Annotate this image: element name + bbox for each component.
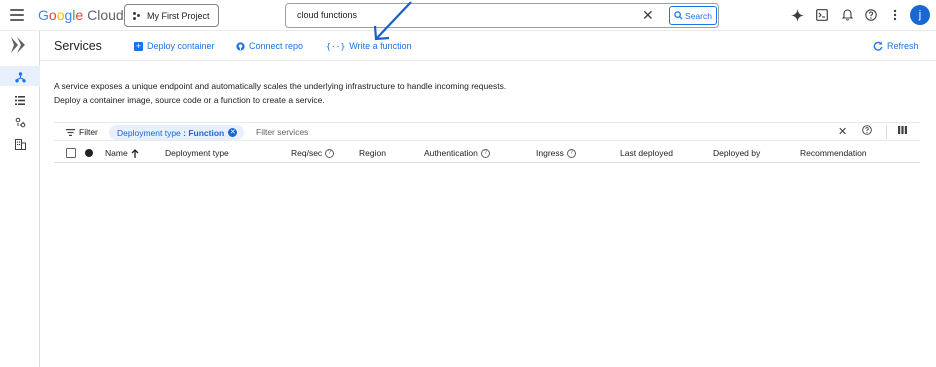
page-title: Services bbox=[54, 39, 102, 53]
avatar[interactable]: j bbox=[910, 5, 930, 25]
clear-filters-icon[interactable]: ✕ bbox=[838, 125, 847, 138]
more-options-icon[interactable] bbox=[888, 8, 902, 22]
toolbar-divider bbox=[886, 126, 887, 139]
write-function-button[interactable]: {··} Write a function bbox=[326, 41, 412, 51]
search-button[interactable]: Search bbox=[669, 6, 717, 25]
help-icon[interactable]: ? bbox=[480, 148, 490, 158]
col-ingress-label: Ingress bbox=[536, 148, 564, 158]
help-icon[interactable]: ? bbox=[566, 148, 576, 158]
rail-jobs-icon[interactable] bbox=[12, 93, 28, 107]
col-last-deployed-label: Last deployed bbox=[620, 148, 673, 158]
help-icon[interactable]: ? bbox=[325, 148, 335, 158]
write-function-label: Write a function bbox=[349, 41, 412, 51]
chip-key: Deployment type bbox=[117, 127, 181, 138]
col-deployed-by[interactable]: Deployed by bbox=[713, 148, 760, 158]
left-nav-rail bbox=[0, 31, 40, 367]
google-cloud-logo[interactable]: Google Cloud bbox=[38, 7, 124, 23]
top-bar: Google Cloud My First Project cloud func… bbox=[0, 0, 936, 31]
col-last-deployed[interactable]: Last deployed bbox=[620, 148, 673, 158]
col-authentication-label: Authentication bbox=[424, 148, 478, 158]
deploy-container-button[interactable]: + Deploy container bbox=[134, 41, 215, 51]
col-name-label: Name bbox=[105, 148, 128, 158]
github-icon bbox=[236, 41, 245, 51]
col-deployment-type[interactable]: Deployment type bbox=[165, 148, 229, 158]
page-toolbar: Services + Deploy container Connect repo… bbox=[40, 31, 936, 61]
select-all-checkbox[interactable] bbox=[66, 148, 76, 158]
notifications-icon[interactable] bbox=[840, 8, 854, 22]
filter-bar: Filter Deployment type : Function ✕ Filt… bbox=[54, 122, 920, 141]
col-region-label: Region bbox=[359, 148, 386, 158]
project-icon bbox=[133, 11, 141, 20]
col-req-sec-label: Req/sec bbox=[291, 148, 323, 158]
col-region[interactable]: Region bbox=[359, 148, 386, 158]
col-authentication[interactable]: Authentication ? bbox=[424, 148, 490, 158]
status-column-icon bbox=[85, 149, 93, 157]
gemini-icon[interactable] bbox=[790, 8, 804, 22]
services-table-header: Name Deployment type Req/sec ? Region Au… bbox=[54, 143, 920, 163]
col-deployment-type-label: Deployment type bbox=[165, 148, 229, 158]
filter-button[interactable]: Filter bbox=[66, 127, 98, 137]
deploy-container-label: Deploy container bbox=[147, 41, 215, 51]
refresh-icon bbox=[873, 41, 883, 51]
project-picker-button[interactable]: My First Project bbox=[124, 4, 219, 27]
search-icon bbox=[674, 11, 683, 20]
rail-domains-icon[interactable] bbox=[12, 137, 28, 151]
refresh-button[interactable]: Refresh bbox=[873, 41, 919, 51]
filter-label: Filter bbox=[79, 127, 98, 137]
clear-search-icon[interactable]: ✕ bbox=[642, 8, 654, 22]
refresh-label: Refresh bbox=[887, 41, 919, 51]
function-braces-icon: {··} bbox=[326, 41, 346, 51]
chip-value: Function bbox=[188, 127, 225, 138]
description-line-2: Deploy a container image, source code or… bbox=[54, 95, 325, 105]
filter-services-input[interactable]: Filter services bbox=[256, 127, 308, 137]
add-icon: + bbox=[134, 40, 143, 51]
connect-repo-label: Connect repo bbox=[249, 41, 304, 51]
column-display-options-icon[interactable] bbox=[898, 125, 907, 137]
col-name[interactable]: Name bbox=[105, 148, 139, 158]
col-recommendation-label: Recommendation bbox=[800, 148, 867, 158]
sort-ascending-icon bbox=[131, 148, 139, 158]
connect-repo-button[interactable]: Connect repo bbox=[236, 41, 303, 51]
col-ingress[interactable]: Ingress ? bbox=[536, 148, 576, 158]
main-menu-icon[interactable] bbox=[10, 9, 24, 21]
filter-icon bbox=[66, 128, 75, 136]
deployment-type-filter-chip[interactable]: Deployment type : Function ✕ bbox=[109, 125, 245, 140]
search-button-label: Search bbox=[685, 10, 712, 21]
remove-filter-icon[interactable]: ✕ bbox=[228, 128, 238, 137]
search-input[interactable]: cloud functions bbox=[297, 10, 357, 20]
cloud-shell-icon[interactable] bbox=[815, 8, 829, 22]
logo-cloud-text: Cloud bbox=[87, 7, 124, 23]
rail-settings-icon[interactable] bbox=[12, 115, 28, 129]
filter-help-icon[interactable] bbox=[862, 125, 872, 138]
project-label: My First Project bbox=[147, 10, 210, 21]
help-icon[interactable] bbox=[864, 8, 878, 22]
col-recommendation[interactable]: Recommendation bbox=[800, 148, 867, 158]
description-line-1: A service exposes a unique endpoint and … bbox=[54, 81, 507, 91]
cloud-run-logo-icon[interactable] bbox=[10, 37, 28, 56]
rail-services-icon[interactable] bbox=[12, 70, 28, 84]
search-bar[interactable]: cloud functions ✕ Search bbox=[285, 3, 719, 28]
col-req-sec[interactable]: Req/sec ? bbox=[291, 148, 335, 158]
col-deployed-by-label: Deployed by bbox=[713, 148, 761, 158]
